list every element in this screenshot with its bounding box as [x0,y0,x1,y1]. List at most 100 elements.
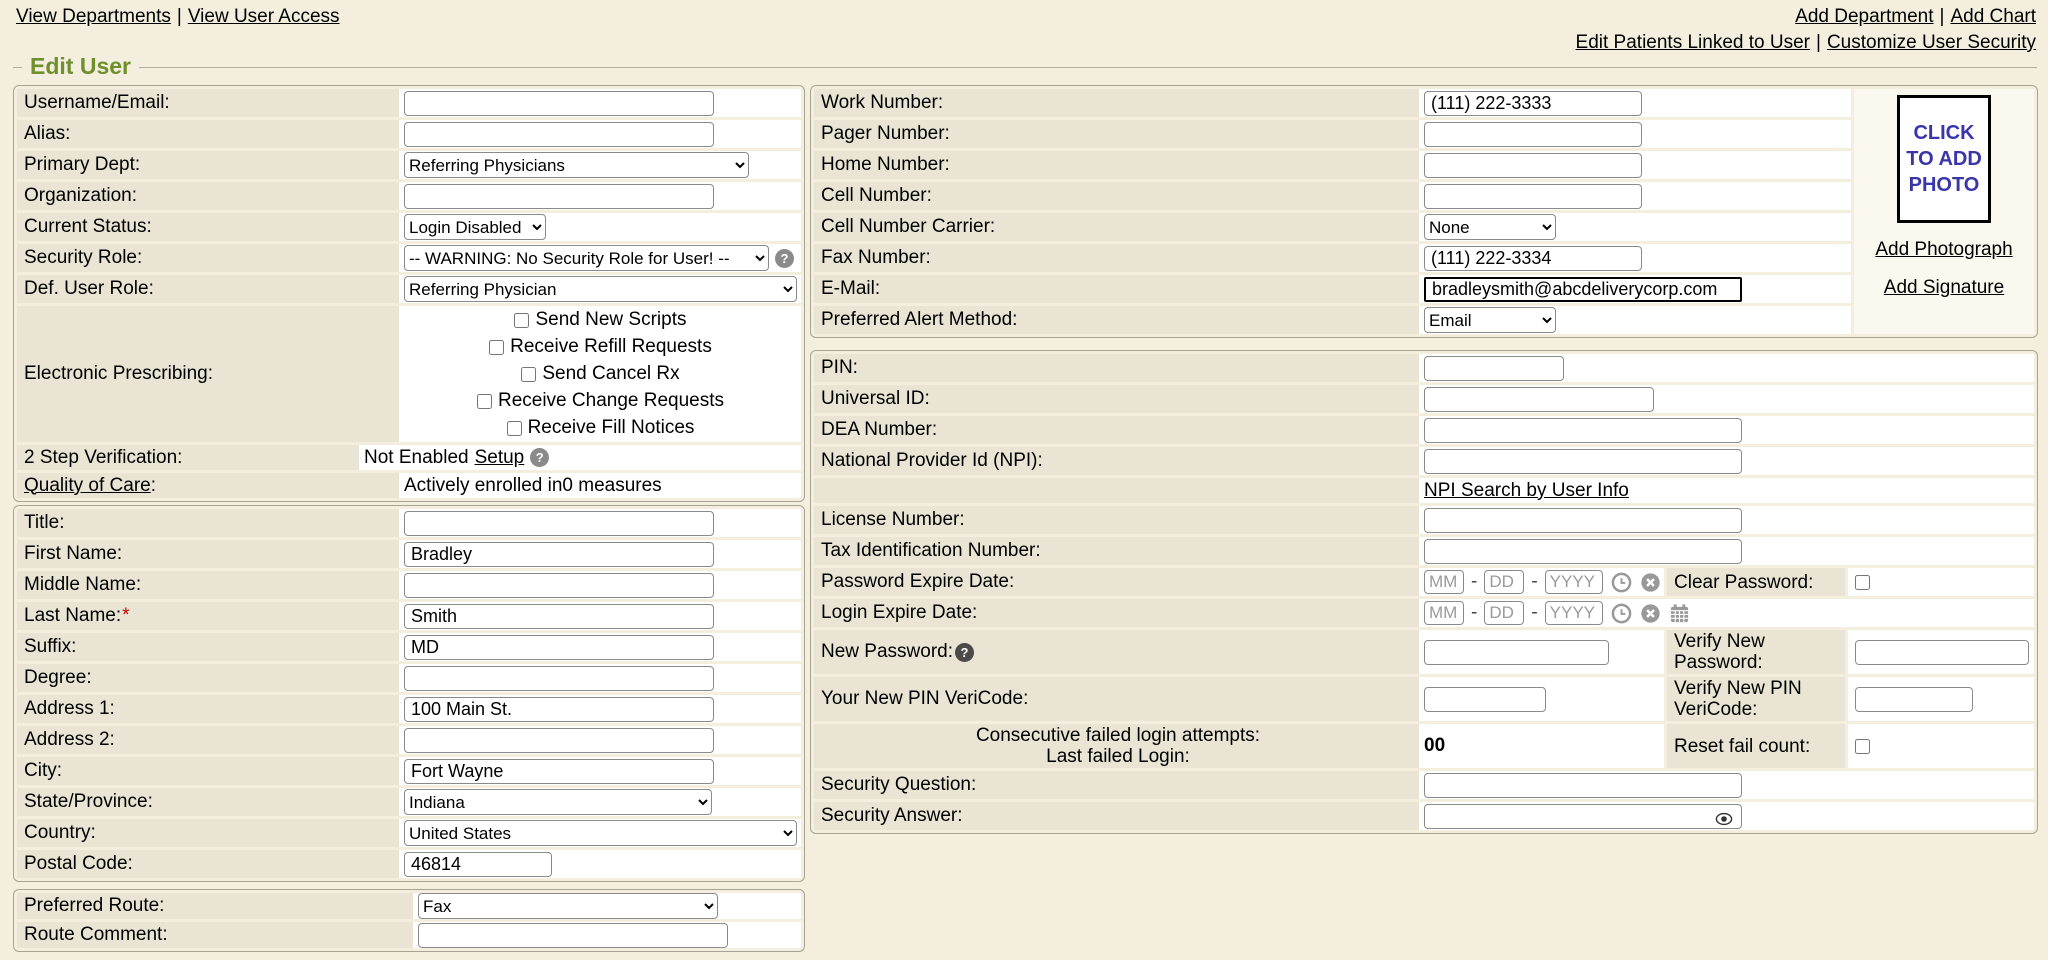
send-cancel-rx-checkbox[interactable] [521,367,536,382]
address2-label: Address 2: [17,726,399,754]
pager-number-input[interactable] [1424,122,1642,147]
required-asterisk: * [122,605,129,627]
def-user-role-select[interactable]: Referring Physician [404,276,797,302]
current-status-label: Current Status: [17,213,399,241]
title-label: Title: [17,509,399,537]
verify-new-password-input[interactable] [1855,640,2029,665]
primary-dept-row: Primary Dept: Referring Physicians [17,151,801,179]
photo-placeholder-line: TO ADD [1906,146,1982,172]
current-status-select[interactable]: Login Disabled [404,214,546,240]
quality-of-care-link[interactable]: Quality of Care [24,475,151,497]
login-expire-dd-input[interactable] [1484,601,1524,625]
view-departments-link[interactable]: View Departments [16,6,171,27]
fax-number-input[interactable] [1424,246,1642,271]
contact-section: Work Number: Pager Number: Home Number: … [810,85,2038,338]
preferred-route-select[interactable]: Fax [418,893,718,919]
address2-input[interactable] [404,728,714,753]
clear-password-checkbox[interactable] [1855,575,1870,590]
calendar-icon[interactable] [1669,603,1690,624]
pin-vericode-input[interactable] [1424,687,1546,712]
two-step-setup-link[interactable]: Setup [475,447,525,469]
tax-id-input[interactable] [1424,539,1742,564]
clock-icon[interactable] [1611,572,1632,593]
npi-input[interactable] [1424,449,1742,474]
address1-input[interactable] [404,697,714,722]
route-comment-row: Route Comment: [17,922,801,948]
add-signature-link[interactable]: Add Signature [1884,277,2004,299]
suffix-input[interactable] [404,635,714,660]
preferred-route-label: Preferred Route: [17,893,413,919]
def-user-role-label: Def. User Role: [17,275,399,303]
security-question-input[interactable] [1424,773,1742,798]
npi-search-link[interactable]: NPI Search by User Info [1424,480,1629,502]
work-number-input[interactable] [1424,91,1642,116]
home-number-input[interactable] [1424,153,1642,178]
middle-name-input[interactable] [404,573,714,598]
customize-user-security-link[interactable]: Customize User Security [1827,32,2036,53]
dea-number-input[interactable] [1424,418,1742,443]
password-expire-dd-input[interactable] [1484,570,1524,594]
routing-section: Preferred Route: Fax Route Comment: [13,889,805,952]
new-password-input[interactable] [1424,640,1609,665]
edit-patients-linked-link[interactable]: Edit Patients Linked to User [1576,32,1810,53]
add-department-link[interactable]: Add Department [1795,6,1933,27]
degree-input[interactable] [404,666,714,691]
email-input[interactable] [1424,277,1742,302]
help-icon[interactable]: ? [530,448,549,467]
edit-user-fieldset-border [13,67,2037,68]
password-expire-mm-input[interactable] [1424,570,1464,594]
first-name-input[interactable] [404,542,714,567]
organization-input[interactable] [404,184,714,209]
title-input[interactable] [404,511,714,536]
def-user-role-row: Def. User Role: Referring Physician [17,275,801,303]
clock-icon[interactable] [1611,603,1632,624]
reveal-password-eye-icon[interactable] [1715,810,1733,832]
verify-pin-vericode-label: Verify New PIN VeriCode: [1667,677,1845,721]
security-answer-row: Security Answer: [814,802,2034,830]
add-chart-link[interactable]: Add Chart [1950,6,2036,27]
universal-id-input[interactable] [1424,387,1654,412]
license-number-input[interactable] [1424,508,1742,533]
clear-date-icon[interactable] [1640,572,1661,593]
edit-user-page: { "legend": "Edit User", "nav": { "separ… [0,0,2048,960]
security-answer-input[interactable] [1424,804,1742,829]
password-expire-row: Password Expire Date: -- Clear Password: [814,568,2034,596]
login-expire-mm-input[interactable] [1424,601,1464,625]
password-expire-yyyy-input[interactable] [1545,570,1603,594]
reset-fail-count-checkbox[interactable] [1855,739,1870,754]
add-photo-box[interactable]: CLICK TO ADD PHOTO [1897,95,1991,223]
organization-row: Organization: [17,182,801,210]
city-input[interactable] [404,759,714,784]
view-user-access-link[interactable]: View User Access [188,6,340,27]
login-expire-yyyy-input[interactable] [1545,601,1603,625]
send-new-scripts-option: Send New Scripts [514,308,686,333]
receive-change-requests-checkbox[interactable] [477,394,492,409]
top-nav-left: View Departments|View User Access [16,6,340,28]
send-new-scripts-checkbox[interactable] [514,313,529,328]
help-icon[interactable]: ? [955,643,974,662]
clear-date-icon[interactable] [1640,603,1661,624]
degree-label: Degree: [17,664,399,692]
postal-code-input[interactable] [404,852,552,877]
primary-dept-select[interactable]: Referring Physicians [404,152,749,178]
alias-input[interactable] [404,122,714,147]
last-name-input[interactable] [404,604,714,629]
verify-pin-vericode-input[interactable] [1855,687,1973,712]
country-select[interactable]: United States [404,820,797,846]
cell-carrier-label: Cell Number Carrier: [814,213,1419,241]
checkbox-label: Receive Refill Requests [510,336,712,358]
username-input[interactable] [404,91,714,116]
cell-carrier-select[interactable]: None [1424,214,1556,240]
security-role-select[interactable]: -- WARNING: No Security Role for User! -… [404,245,769,271]
help-icon[interactable]: ? [775,249,794,268]
add-photograph-link[interactable]: Add Photograph [1875,239,2012,261]
route-comment-input[interactable] [418,923,728,948]
receive-refill-requests-checkbox[interactable] [489,340,504,355]
cell-number-label: Cell Number: [814,182,1419,210]
alert-method-select[interactable]: Email [1424,307,1556,333]
pin-input[interactable] [1424,356,1564,381]
state-select[interactable]: Indiana [404,789,712,815]
cell-number-input[interactable] [1424,184,1642,209]
receive-fill-notices-checkbox[interactable] [507,421,522,436]
identity-section: Title: First Name: Middle Name: Last Nam… [13,505,805,882]
